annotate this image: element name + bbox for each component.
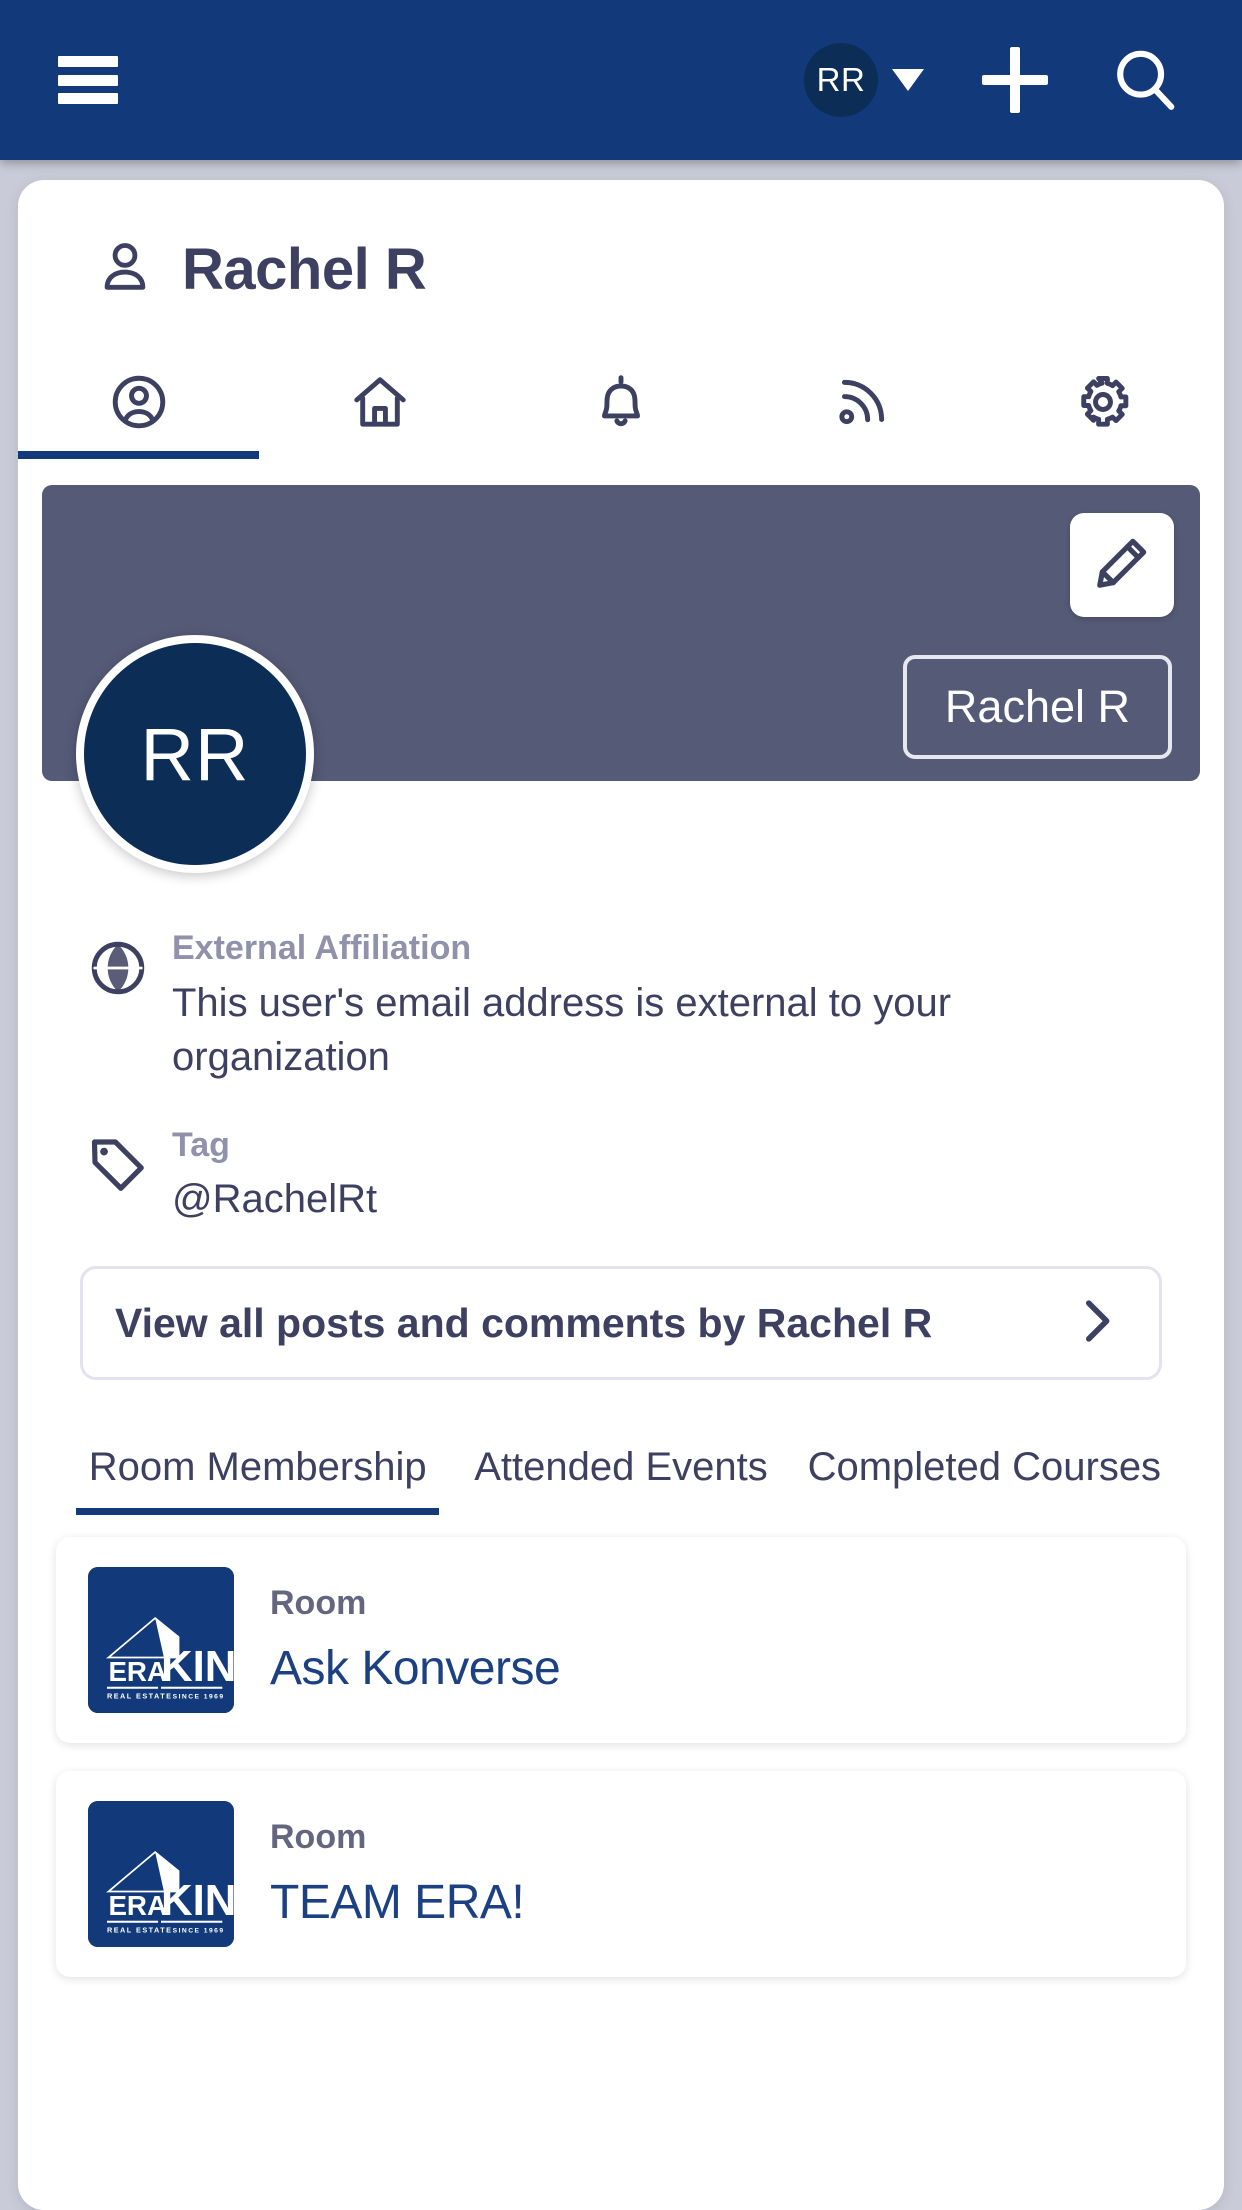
hamburger-bar: [58, 74, 118, 86]
chevron-down-icon: [892, 69, 924, 91]
svg-text:SINCE 1969: SINCE 1969: [173, 1694, 225, 1701]
profile-avatar[interactable]: RR: [76, 635, 314, 873]
bell-icon: [590, 371, 652, 438]
view-all-posts-label: View all posts and comments by Rachel R: [115, 1299, 933, 1346]
hamburger-bar: [58, 56, 118, 67]
tab-feed[interactable]: [742, 349, 983, 459]
tab-attended-events[interactable]: Attended Events: [439, 1445, 802, 1515]
globe-icon: [80, 927, 156, 999]
banner-name-badge: Rachel R: [902, 655, 1172, 759]
era-king-logo-icon: ERA REAL ESTATE KING SINCE 1969: [88, 1567, 234, 1714]
top-navigation-bar: RR: [0, 0, 1242, 160]
icon-tab-strip: [18, 349, 1224, 459]
info-body: Tag @RachelRt: [172, 1124, 377, 1227]
svg-text:ERA: ERA: [108, 1890, 167, 1921]
list-item[interactable]: ERA REAL ESTATE KING SINCE 1969 Room TEA…: [56, 1771, 1186, 1978]
info-label: Tag: [172, 1125, 230, 1164]
tab-profile[interactable]: [18, 349, 260, 459]
room-kicker: Room: [270, 1584, 367, 1623]
profile-banner: Rachel R RR: [42, 485, 1200, 873]
tab-home[interactable]: [259, 349, 500, 459]
room-name[interactable]: TEAM ERA!: [270, 1875, 525, 1930]
svg-text:REAL ESTATE: REAL ESTATE: [107, 1926, 173, 1935]
tab-completed-courses[interactable]: Completed Courses: [803, 1445, 1166, 1515]
view-all-posts-button[interactable]: View all posts and comments by Rachel R: [80, 1266, 1162, 1380]
home-icon: [349, 371, 411, 438]
tab-settings[interactable]: [983, 349, 1224, 459]
hamburger-menu-icon[interactable]: [58, 56, 118, 104]
info-label: External Affiliation: [172, 929, 472, 967]
content-tab-strip: Room Membership Attended Events Complete…: [76, 1445, 1166, 1516]
search-icon[interactable]: [1110, 45, 1180, 115]
svg-text:REAL ESTATE: REAL ESTATE: [107, 1692, 173, 1701]
chevron-right-icon: [1067, 1292, 1125, 1355]
gear-icon: [1072, 371, 1134, 438]
room-meta: Room TEAM ERA!: [270, 1818, 525, 1930]
user-circle-icon: [108, 371, 170, 438]
tab-room-membership[interactable]: Room Membership: [76, 1445, 440, 1516]
rss-feed-icon: [831, 371, 893, 438]
page-title: Rachel R: [18, 180, 1224, 303]
page-title-text: Rachel R: [182, 237, 427, 302]
info-row-tag: Tag @RachelRt: [80, 1124, 1162, 1227]
svg-text:KING: KING: [161, 1876, 234, 1925]
profile-info-section: External Affiliation This user's email a…: [18, 927, 1224, 1226]
tag-icon: [80, 1124, 156, 1196]
account-menu-button[interactable]: RR: [804, 43, 924, 117]
plus-icon[interactable]: [982, 47, 1048, 113]
svg-text:SINCE 1969: SINCE 1969: [173, 1928, 225, 1935]
room-membership-list: ERA REAL ESTATE KING SINCE 1969 Room Ask…: [18, 1515, 1224, 2045]
avatar: RR: [804, 43, 878, 117]
info-row-external-affiliation: External Affiliation This user's email a…: [80, 927, 1162, 1084]
tab-notifications[interactable]: [500, 349, 741, 459]
hamburger-bar: [58, 93, 118, 104]
info-body: External Affiliation This user's email a…: [172, 927, 972, 1084]
pencil-edit-icon: [1091, 532, 1153, 599]
edit-banner-button[interactable]: [1070, 513, 1174, 617]
svg-text:KING: KING: [161, 1642, 234, 1691]
info-value: This user's email address is external to…: [172, 980, 952, 1079]
person-icon: [96, 238, 154, 301]
svg-text:ERA: ERA: [108, 1656, 167, 1687]
era-king-logo-icon: ERA REAL ESTATE KING SINCE 1969: [88, 1801, 234, 1948]
room-kicker: Room: [270, 1818, 367, 1857]
room-meta: Room Ask Konverse: [270, 1584, 561, 1696]
profile-card: Rachel R Rachel R RR External Affiliatio…: [18, 180, 1224, 2210]
room-name[interactable]: Ask Konverse: [270, 1641, 561, 1696]
list-item[interactable]: ERA REAL ESTATE KING SINCE 1969 Room Ask…: [56, 1537, 1186, 1744]
info-value: @RachelRt: [172, 1177, 378, 1221]
